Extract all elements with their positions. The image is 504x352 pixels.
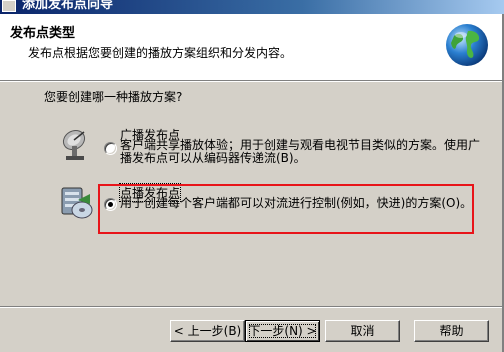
server-disk-icon <box>61 187 93 219</box>
back-button[interactable]: < 上一步(B) <box>170 320 245 342</box>
window-title: 添加发布点向导 <box>22 0 114 12</box>
wizard-header: 发布点类型 发布点根据您要创建的播放方案组织和分发内容。 <box>0 14 504 82</box>
broadcast-description: 客户端共享播放体验；用于创建与观看电视节目类似的方案。使用广播发布点可以从编码器… <box>120 138 481 165</box>
option-broadcast: 广播发布点 客户端共享播放体验；用于创建与观看电视节目类似的方案。使用广播发布点… <box>60 126 480 176</box>
wizard-window: 添加发布点向导 发布点类型 发布点根据您要创建的播放方案组织和分发内容。 您要创… <box>0 0 504 352</box>
selection-highlight-box <box>98 184 474 234</box>
radio-broadcast[interactable] <box>104 142 117 155</box>
cancel-button[interactable]: 取消 <box>325 320 400 342</box>
next-button[interactable]: 下一步(N) > <box>245 320 320 342</box>
scenario-question: 您要创建哪一种播放方案? <box>44 90 183 104</box>
button-separator <box>0 306 504 308</box>
page-subtitle: 发布点根据您要创建的播放方案组织和分发内容。 <box>28 46 293 60</box>
next-button-label: 下一步(N) > <box>246 321 319 341</box>
app-icon <box>2 0 16 12</box>
satellite-dish-icon <box>62 129 86 160</box>
page-title: 发布点类型 <box>10 26 76 41</box>
globe-icon <box>446 24 488 66</box>
help-button[interactable]: 帮助 <box>414 320 489 342</box>
title-bar: 添加发布点向导 <box>0 0 504 14</box>
